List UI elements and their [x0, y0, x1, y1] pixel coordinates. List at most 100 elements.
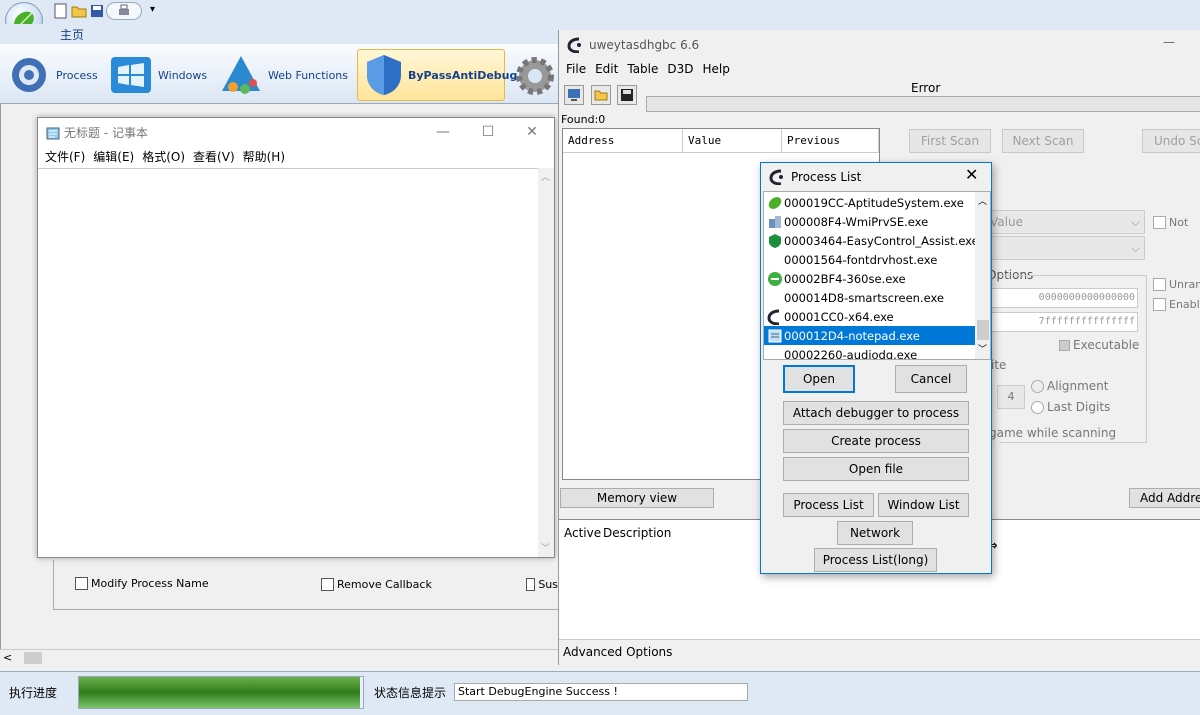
column-active[interactable]: Active: [564, 526, 601, 540]
save-icon[interactable]: [88, 2, 106, 20]
gear-icon[interactable]: [509, 52, 557, 100]
checkbox-box: [75, 577, 88, 590]
notepad-menu-format[interactable]: 格式(O): [142, 148, 185, 168]
process-list-button[interactable]: Process List: [783, 493, 874, 517]
process-list-long-button[interactable]: Process List(long): [814, 548, 937, 572]
scroll-thumb[interactable]: [24, 652, 42, 664]
process-list-scrollbar[interactable]: ︿ ﹀: [975, 192, 990, 359]
open-table-button[interactable]: [591, 85, 611, 105]
ribbon-web-functions-button[interactable]: Web Functions: [218, 49, 352, 101]
network-button[interactable]: Network: [837, 521, 913, 545]
enable-speedhack-checkbox[interactable]: Enabl: [1153, 298, 1200, 311]
menu-file[interactable]: File: [566, 62, 586, 76]
browser-icon: [766, 270, 784, 288]
unrandomizer-checkbox[interactable]: Unran: [1153, 278, 1200, 291]
remove-callback-checkbox[interactable]: Remove Callback: [321, 578, 432, 591]
open-file-button[interactable]: Open file: [783, 457, 969, 481]
process-item-fontdrvhost[interactable]: 00001564-fontdrvhost.exe: [764, 250, 975, 269]
scroll-down-icon[interactable]: ﹀: [978, 342, 987, 355]
next-scan-button[interactable]: Next Scan: [1002, 129, 1084, 153]
menu-help[interactable]: Help: [703, 62, 730, 76]
last-digits-radio[interactable]: Last Digits: [1031, 400, 1110, 414]
alignment-value-field[interactable]: 4: [997, 385, 1025, 409]
scroll-down-icon[interactable]: ﹀: [541, 541, 550, 554]
undo-scan-button[interactable]: Undo Sc: [1142, 129, 1200, 153]
notepad-close-button[interactable]: ✕: [512, 120, 552, 144]
close-icon[interactable]: ✕: [965, 165, 978, 184]
process-list-dialog[interactable]: Process List ✕ 000019CC-AptitudeSystem.e…: [760, 162, 992, 574]
process-item-easycontrol[interactable]: 00003464-EasyControl_Assist.exe: [764, 231, 979, 250]
qat-customize-icon[interactable]: ▾: [150, 4, 155, 15]
first-scan-button[interactable]: First Scan: [909, 129, 991, 153]
process-item-smartscreen[interactable]: 000014D8-smartscreen.exe: [764, 288, 975, 307]
memory-view-button[interactable]: Memory view: [560, 488, 714, 508]
cheatengine-icon: [769, 169, 783, 185]
menu-d3d[interactable]: D3D: [667, 62, 693, 76]
window-list-button[interactable]: Window List: [878, 493, 969, 517]
select-process-button[interactable]: [564, 85, 584, 105]
process-item-audiodg[interactable]: 00002260-audiodg.exe: [764, 345, 975, 360]
add-address-button[interactable]: Add Addre: [1129, 488, 1200, 508]
column-previous[interactable]: Previous: [782, 129, 879, 153]
notepad-menu-view[interactable]: 查看(V): [193, 148, 235, 168]
process-item-x64[interactable]: 00001CC0-x64.exe: [764, 307, 975, 326]
notepad-vertical-scrollbar[interactable]: ︿ ﹀: [538, 168, 554, 557]
scroll-up-icon[interactable]: ︿: [541, 170, 550, 183]
advanced-options-button[interactable]: Advanced Options: [559, 639, 1200, 665]
shield-icon: [766, 232, 784, 250]
column-description[interactable]: Description: [603, 526, 671, 540]
notepad-menu-edit[interactable]: 编辑(E): [93, 148, 134, 168]
notepad-icon: [766, 327, 784, 345]
process-listbox[interactable]: 000019CC-AptitudeSystem.exe 000008F4-Wmi…: [763, 191, 991, 360]
open-folder-icon[interactable]: [70, 2, 88, 20]
not-checkbox[interactable]: Not: [1153, 216, 1188, 229]
ribbon-process-button[interactable]: Process: [6, 49, 100, 101]
tab-home[interactable]: 主页: [52, 26, 92, 44]
column-value[interactable]: Value: [683, 129, 782, 153]
process-item-aptitudesystem[interactable]: 000019CC-AptitudeSystem.exe: [764, 193, 975, 212]
modify-process-name-checkbox[interactable]: Modify Process Name: [75, 577, 209, 590]
radio-circle: [1031, 400, 1044, 414]
value-type-dropdown[interactable]: Value ⌵: [985, 210, 1145, 234]
process-item-360se[interactable]: 00002BF4-360se.exe: [764, 269, 975, 288]
checkbox-box: [1153, 298, 1166, 311]
process-item-wmiprvse[interactable]: 000008F4-WmiPrvSE.exe: [764, 212, 975, 231]
save-table-button[interactable]: [617, 85, 637, 105]
process-item-notepad[interactable]: 000012D4-notepad.exe: [764, 326, 975, 345]
scan-type-dropdown[interactable]: ⌵: [985, 236, 1145, 260]
notepad-text-area[interactable]: [38, 168, 538, 557]
notepad-window[interactable]: 无标题 - 记事本 — ☐ ✕ 文件(F) 编辑(E) 格式(O) 查看(V) …: [37, 117, 555, 558]
scroll-left-icon[interactable]: <: [3, 651, 12, 664]
save-icon: [621, 89, 633, 101]
process-item-label: 00002BF4-360se.exe: [784, 271, 906, 286]
notepad-maximize-button[interactable]: ☐: [468, 120, 508, 144]
new-file-icon[interactable]: [52, 2, 70, 20]
executable-checkbox[interactable]: Executable: [1059, 338, 1139, 352]
ribbon-bypassantidebug-button[interactable]: ByPassAntiDebug: [357, 49, 517, 101]
menu-edit[interactable]: Edit: [595, 62, 618, 76]
notepad-minimize-button[interactable]: —: [423, 120, 463, 144]
quick-access-toolbar: [0, 0, 1200, 24]
cheatengine-icon: [567, 37, 581, 53]
start-address-field[interactable]: 0000000000000000: [985, 288, 1138, 308]
menu-table[interactable]: Table: [627, 62, 658, 76]
blank-icon: [766, 346, 784, 360]
stop-address-field[interactable]: 7fffffffffffffff: [985, 312, 1138, 332]
scroll-thumb[interactable]: [977, 320, 989, 340]
ribbon-windows-button[interactable]: Windows: [108, 49, 212, 101]
horizontal-scrollbar[interactable]: <: [0, 649, 560, 666]
create-process-button[interactable]: Create process: [783, 429, 969, 453]
suspend-label: Sus: [538, 578, 558, 591]
column-address[interactable]: Address: [563, 129, 683, 153]
notepad-menu-file[interactable]: 文件(F): [45, 148, 85, 168]
notepad-menu-help[interactable]: 帮助(H): [243, 148, 285, 168]
print-button[interactable]: [106, 2, 142, 20]
open-button[interactable]: Open: [783, 365, 855, 393]
scroll-up-icon[interactable]: ︿: [978, 194, 987, 207]
suspend-checkbox[interactable]: Sus: [526, 578, 558, 591]
alignment-radio[interactable]: Alignment: [1031, 379, 1108, 393]
attach-debugger-button[interactable]: Attach debugger to process: [783, 401, 969, 425]
cancel-button[interactable]: Cancel: [895, 365, 967, 393]
scanner-minimize-button[interactable]: —: [1163, 35, 1175, 49]
print-icon: [119, 4, 129, 15]
